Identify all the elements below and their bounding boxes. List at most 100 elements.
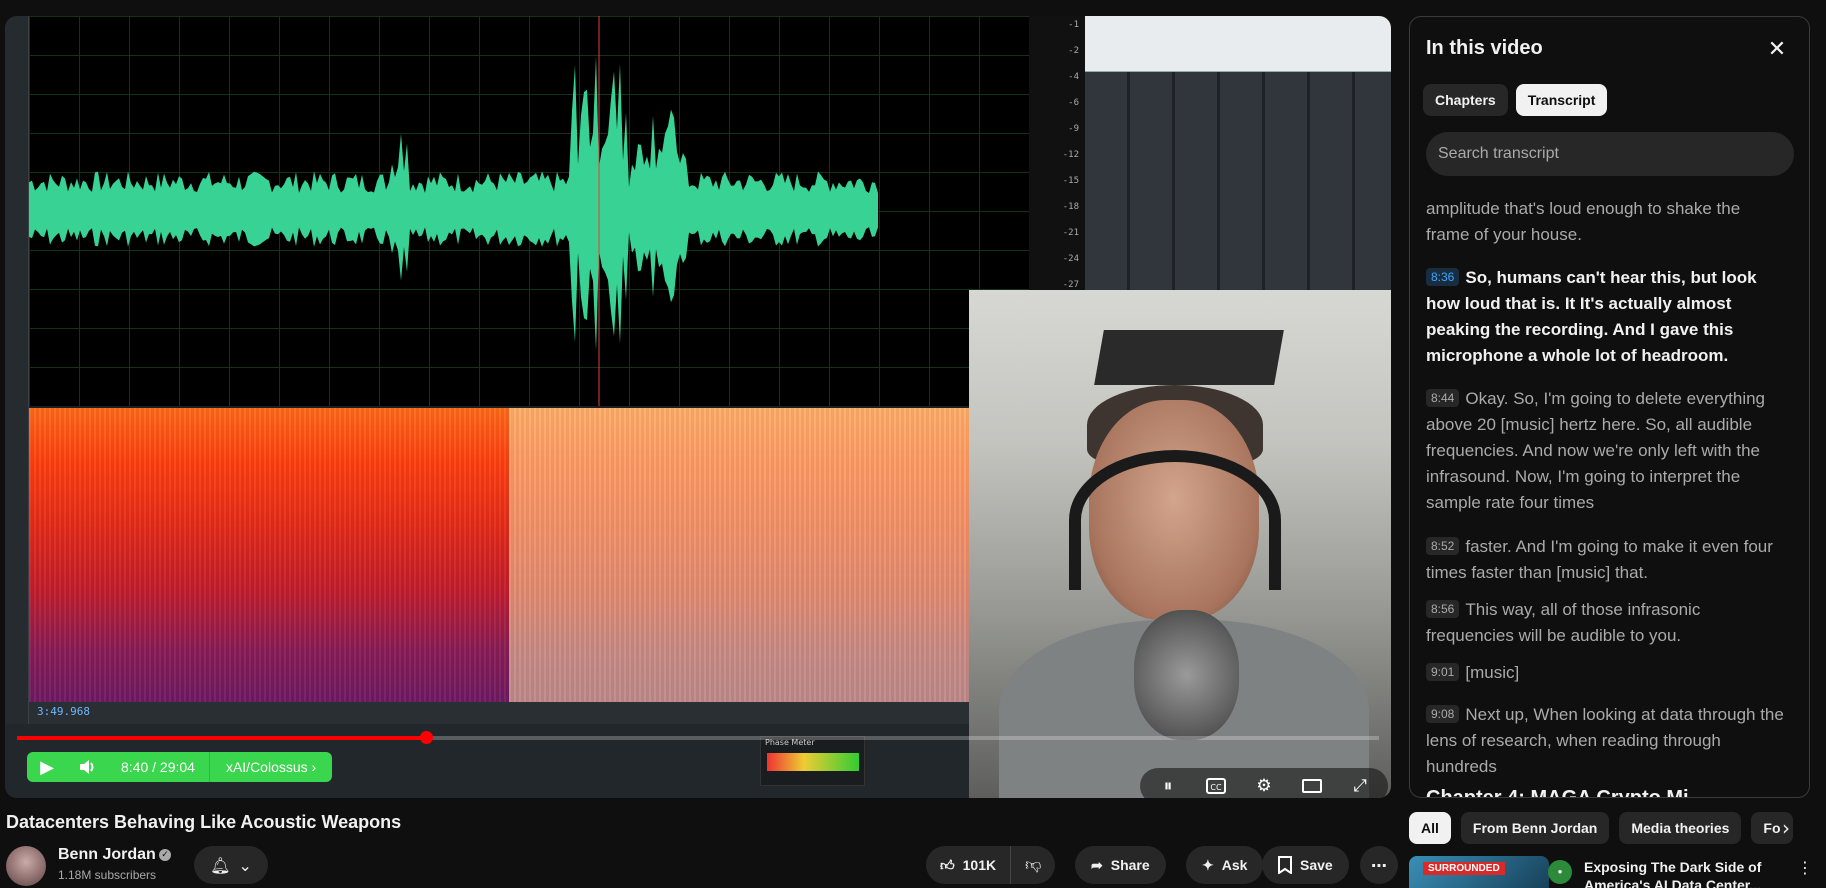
chapter-button[interactable]: xAI/Colossus › — [208, 752, 332, 782]
transcript-segment[interactable]: 9:08 Next up, When looking at data throug… — [1426, 702, 1788, 780]
chips-next-button[interactable]: › — [1770, 812, 1802, 844]
transcript-segment[interactable]: 8:56 This way, all of those infrasonic fr… — [1426, 597, 1788, 649]
player-controls-right: ⏸ CC ⚙ ⤢ — [1140, 768, 1388, 798]
close-icon: ✕ — [1767, 36, 1787, 62]
more-icon: ⋯ — [1371, 855, 1387, 875]
segment-text: So, humans can't hear this, but look how… — [1426, 268, 1757, 365]
channel-row: Benn Jordan ✓ 1.18M subscribers 🔔︎ ⌄ 👍︎ … — [6, 846, 1398, 888]
mixer-window — [1085, 16, 1391, 291]
dislike-button[interactable]: 👎︎ — [1010, 846, 1055, 884]
pause-button[interactable]: ⏸ — [1146, 768, 1190, 798]
player-controls-left: ▶ 8:40 / 29:04 xAI/Colossus › — [27, 752, 333, 782]
in-this-video-panel: In this video ✕ Chapters Transcript Sear… — [1409, 16, 1810, 798]
panel-tabs: Chapters Transcript — [1423, 84, 1608, 116]
tab-chapters[interactable]: Chapters — [1423, 84, 1508, 116]
share-button[interactable]: ➦ Share — [1075, 846, 1166, 884]
scrubber-knob[interactable] — [419, 731, 433, 744]
mute-button[interactable] — [67, 752, 107, 782]
chapter-title: xAI/Colossus — [225, 759, 308, 775]
ruler-tick: -6 — [1068, 98, 1079, 108]
save-button[interactable]: Save — [1262, 846, 1349, 884]
segment-timestamp: 9:08 — [1426, 705, 1460, 723]
segment-timestamp: 8:44 — [1426, 389, 1460, 407]
ruler-tick: -2 — [1068, 46, 1079, 56]
chip-all[interactable]: All — [1409, 812, 1451, 844]
ruler-tick: -24 — [1062, 254, 1079, 264]
bookmark-icon — [1278, 856, 1292, 874]
tab-transcript[interactable]: Transcript — [1515, 84, 1608, 116]
like-dislike-group: 👍︎ 101K 👎︎ — [926, 846, 1056, 884]
recommended-video[interactable]: SURROUNDED ● Exposing The Dark Side of A… — [1409, 856, 1819, 888]
like-count: 101K — [962, 857, 997, 873]
recommended-thumbnail[interactable]: SURROUNDED — [1409, 856, 1549, 888]
ruler-tick: -12 — [1062, 150, 1079, 160]
more-actions-button[interactable]: ⋯ — [1360, 846, 1398, 884]
transcript-segment[interactable]: 8:44 Okay. So, I'm going to delete everyt… — [1426, 386, 1788, 516]
waveform — [29, 16, 878, 406]
search-transcript-input[interactable]: Search transcript — [1426, 132, 1794, 176]
segment-text: faster. And I'm going to make it even fo… — [1426, 537, 1773, 582]
youtube-watch-page: -1 -2 -4 -6 -9 -12 -15 -18 -21 -24 -27 3:49.968 Ph… — [0, 0, 1826, 888]
fullscreen-button[interactable]: ⤢ — [1338, 768, 1382, 798]
chip-from-channel[interactable]: From Benn Jordan — [1460, 812, 1610, 844]
chevron-down-icon: ⌄ — [238, 855, 252, 875]
segment-text: Next up, When looking at data through th… — [1426, 705, 1784, 776]
phase-meter: Phase Meter — [760, 736, 865, 786]
transcript-segment-active[interactable]: 8:36 So, humans can't hear this, but look… — [1426, 265, 1788, 369]
progress-bar[interactable] — [17, 731, 1379, 744]
spectrogram — [29, 408, 1029, 702]
next-chapter-heading[interactable]: Chapter 4: MAGA Crypto Mi... — [1426, 787, 1705, 797]
time-display: 8:40 / 29:04 — [121, 759, 195, 775]
subscriber-count: 1.18M subscribers — [58, 868, 157, 882]
ruler-tick: -1 — [1068, 20, 1079, 30]
progress-played — [17, 736, 426, 740]
video-title: Datacenters Behaving Like Acoustic Weapo… — [6, 812, 402, 832]
ruler-tick: -4 — [1068, 72, 1079, 82]
chip-media-theories[interactable]: Media theories — [1619, 812, 1742, 844]
thumbnail-badge: SURROUNDED — [1423, 862, 1505, 875]
ruler-tick: -21 — [1062, 228, 1079, 238]
transcript-segment[interactable]: amplitude that's loud enough to shake th… — [1426, 196, 1788, 248]
segment-text: Okay. So, I'm going to delete everything… — [1426, 389, 1766, 512]
webcam-overlay — [969, 290, 1391, 798]
sparkle-icon: ✦ — [1202, 856, 1214, 873]
recommended-title[interactable]: Exposing The Dark Side of America's AI D… — [1584, 858, 1794, 888]
bell-icon: 🔔︎ — [210, 855, 231, 875]
transcript-segment[interactable]: 9:01 [music] — [1426, 660, 1788, 686]
close-button[interactable]: ✕ — [1759, 31, 1795, 67]
captions-button[interactable]: CC — [1194, 768, 1238, 798]
segment-timestamp: 9:01 — [1426, 663, 1460, 681]
chevron-right-icon: › — [311, 759, 317, 775]
panel-title: In this video — [1426, 37, 1543, 59]
ask-button[interactable]: ✦ Ask — [1186, 846, 1264, 884]
segment-text: amplitude that's loud enough to shake th… — [1426, 199, 1741, 244]
share-label: Share — [1110, 857, 1150, 873]
kebab-menu-icon[interactable]: ⋮ — [1797, 858, 1813, 877]
chevron-right-icon: › — [1782, 816, 1790, 840]
segment-timestamp: 8:36 — [1426, 268, 1460, 286]
settings-button[interactable]: ⚙ — [1242, 768, 1286, 798]
captions-icon: CC — [1206, 778, 1226, 794]
video-player[interactable]: -1 -2 -4 -6 -9 -12 -15 -18 -21 -24 -27 3:49.968 Ph… — [5, 16, 1391, 798]
theater-button[interactable] — [1290, 768, 1334, 798]
gear-icon: ⚙ — [1256, 776, 1272, 796]
daw-screen: -1 -2 -4 -6 -9 -12 -15 -18 -21 -24 -27 3:49.968 Ph… — [5, 16, 1085, 798]
notification-bell-button[interactable]: 🔔︎ ⌄ — [194, 846, 268, 884]
thumbs-up-icon: 👍︎ — [940, 856, 955, 873]
daw-timecode: 3:49.968 — [37, 705, 90, 718]
theater-icon — [1302, 779, 1322, 793]
pause-icon: ⏸ — [1163, 776, 1173, 796]
svg-text:CC: CC — [1210, 783, 1222, 792]
segment-text: This way, all of those infrasonic freque… — [1426, 600, 1701, 645]
verified-icon: ✓ — [159, 849, 171, 861]
waveform-panel — [29, 16, 1029, 406]
ruler-tick: -18 — [1062, 202, 1079, 212]
like-button[interactable]: 👍︎ 101K — [926, 846, 1010, 884]
channel-logo-icon: ● — [1548, 860, 1572, 884]
channel-name[interactable]: Benn Jordan — [58, 846, 156, 864]
transcript-segment[interactable]: 8:52 faster. And I'm going to make it eve… — [1426, 534, 1788, 586]
play-button[interactable]: ▶ — [27, 752, 67, 782]
daw-sidebar — [5, 16, 29, 756]
channel-avatar[interactable] — [6, 846, 46, 886]
fullscreen-icon: ⤢ — [1353, 776, 1367, 796]
